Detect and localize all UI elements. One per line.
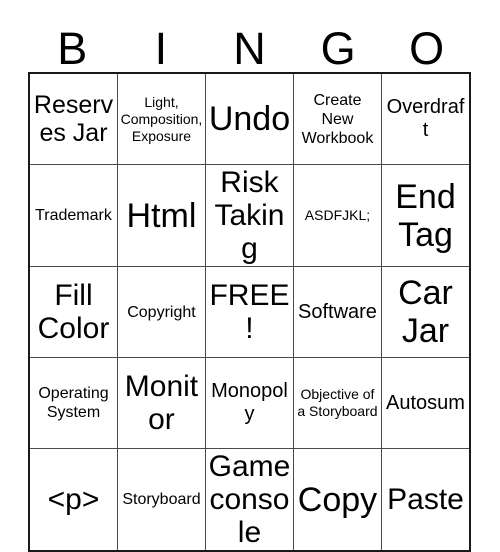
bingo-cell-n1[interactable]: Undo [204,72,294,165]
bingo-cell-o2[interactable]: End Tag [380,164,471,267]
bingo-cell-o1[interactable]: Overdraft [380,72,471,165]
bingo-cell-label: Game console [208,450,291,549]
bingo-header-letter-o: O [409,23,445,74]
bingo-cell-g5[interactable]: Copy [292,448,382,552]
bingo-cell-b4[interactable]: Operating System [28,357,118,449]
bingo-cell-label: Undo [208,100,291,138]
bingo-row: Reserves Jar Light, Composition, Exposur… [28,72,471,165]
bingo-cell-label: Paste [387,483,464,516]
bingo-cell-label: Risk Taking [214,166,285,265]
bingo-cell-label: Monopoly [211,380,288,425]
bingo-cell-i3[interactable]: Copyright [116,266,206,358]
bingo-header-letter-b: B [57,23,88,74]
bingo-cell-label: Autosum [386,391,465,414]
bingo-cell-label: Light, Composition, Exposure [120,93,203,144]
bingo-cell-b1[interactable]: Reserves Jar [28,72,118,165]
bingo-cell-o4[interactable]: Autosum [380,357,471,449]
bingo-cell-label: <p> [47,483,100,516]
bingo-cell-b2[interactable]: Trademark [28,164,118,267]
bingo-cell-i2[interactable]: Html [116,164,206,267]
bingo-cell-label: End Tag [395,177,456,254]
bingo-row: Fill Color Copyright FREE! Software Car … [28,266,471,358]
bingo-cell-label: Html [126,196,197,235]
bingo-cell-o3[interactable]: Car Jar [380,266,471,358]
bingo-cell-label: Copy [297,480,378,519]
bingo-cell-label: Overdraft [386,96,465,141]
bingo-cell-i1[interactable]: Light, Composition, Exposure [116,72,206,165]
bingo-cell-b5[interactable]: <p> [28,448,118,552]
bingo-header-row: B I N G O [28,16,471,72]
bingo-row: Operating System Monitor Monopoly Object… [28,357,471,449]
bingo-cell-label: ASDFJKL; [304,207,371,223]
bingo-header-letter-i: I [154,23,168,74]
bingo-cell-label: Car Jar [398,274,453,350]
bingo-cell-i4[interactable]: Monitor [116,357,206,449]
bingo-cell-label: Storyboard [122,491,201,508]
bingo-cell-o5[interactable]: Paste [380,448,471,552]
bingo-cell-label: Trademark [35,207,112,224]
bingo-header-letter-n: N [233,23,266,74]
bingo-cell-g1[interactable]: Create New Workbook [292,72,382,165]
bingo-free-space-label: FREE! [209,279,290,345]
bingo-cell-free[interactable]: FREE! [204,266,294,358]
bingo-cell-label: Monitor [124,370,199,436]
bingo-cell-label: Copyright [127,303,196,321]
bingo-card: B I N G O Reserves Jar Light, Compositio… [28,16,471,552]
bingo-cell-g4[interactable]: Objective of a Storyboard [292,357,382,449]
bingo-row: <p> Storyboard Game console Copy Paste [28,448,471,552]
bingo-header-letter-g: G [320,23,356,74]
bingo-row: Trademark Html Risk Taking ASDFJKL; End … [28,164,471,267]
bingo-cell-label: Operating System [38,385,109,421]
bingo-cell-label: Software [298,300,377,323]
bingo-cell-g2[interactable]: ASDFJKL; [292,164,382,267]
bingo-cell-label: Objective of a Storyboard [297,386,378,419]
bingo-cell-n2[interactable]: Risk Taking [204,164,294,267]
bingo-cell-n4[interactable]: Monopoly [204,357,294,449]
bingo-cell-n5[interactable]: Game console [204,448,294,552]
bingo-cell-label: Fill Color [37,279,110,345]
bingo-cell-label: Create New Workbook [301,91,374,147]
bingo-cell-b3[interactable]: Fill Color [28,266,118,358]
bingo-cell-i5[interactable]: Storyboard [116,448,206,552]
bingo-grid: Reserves Jar Light, Composition, Exposur… [28,72,471,552]
bingo-cell-g3[interactable]: Software [292,266,382,358]
bingo-cell-label: Reserves Jar [33,91,114,147]
